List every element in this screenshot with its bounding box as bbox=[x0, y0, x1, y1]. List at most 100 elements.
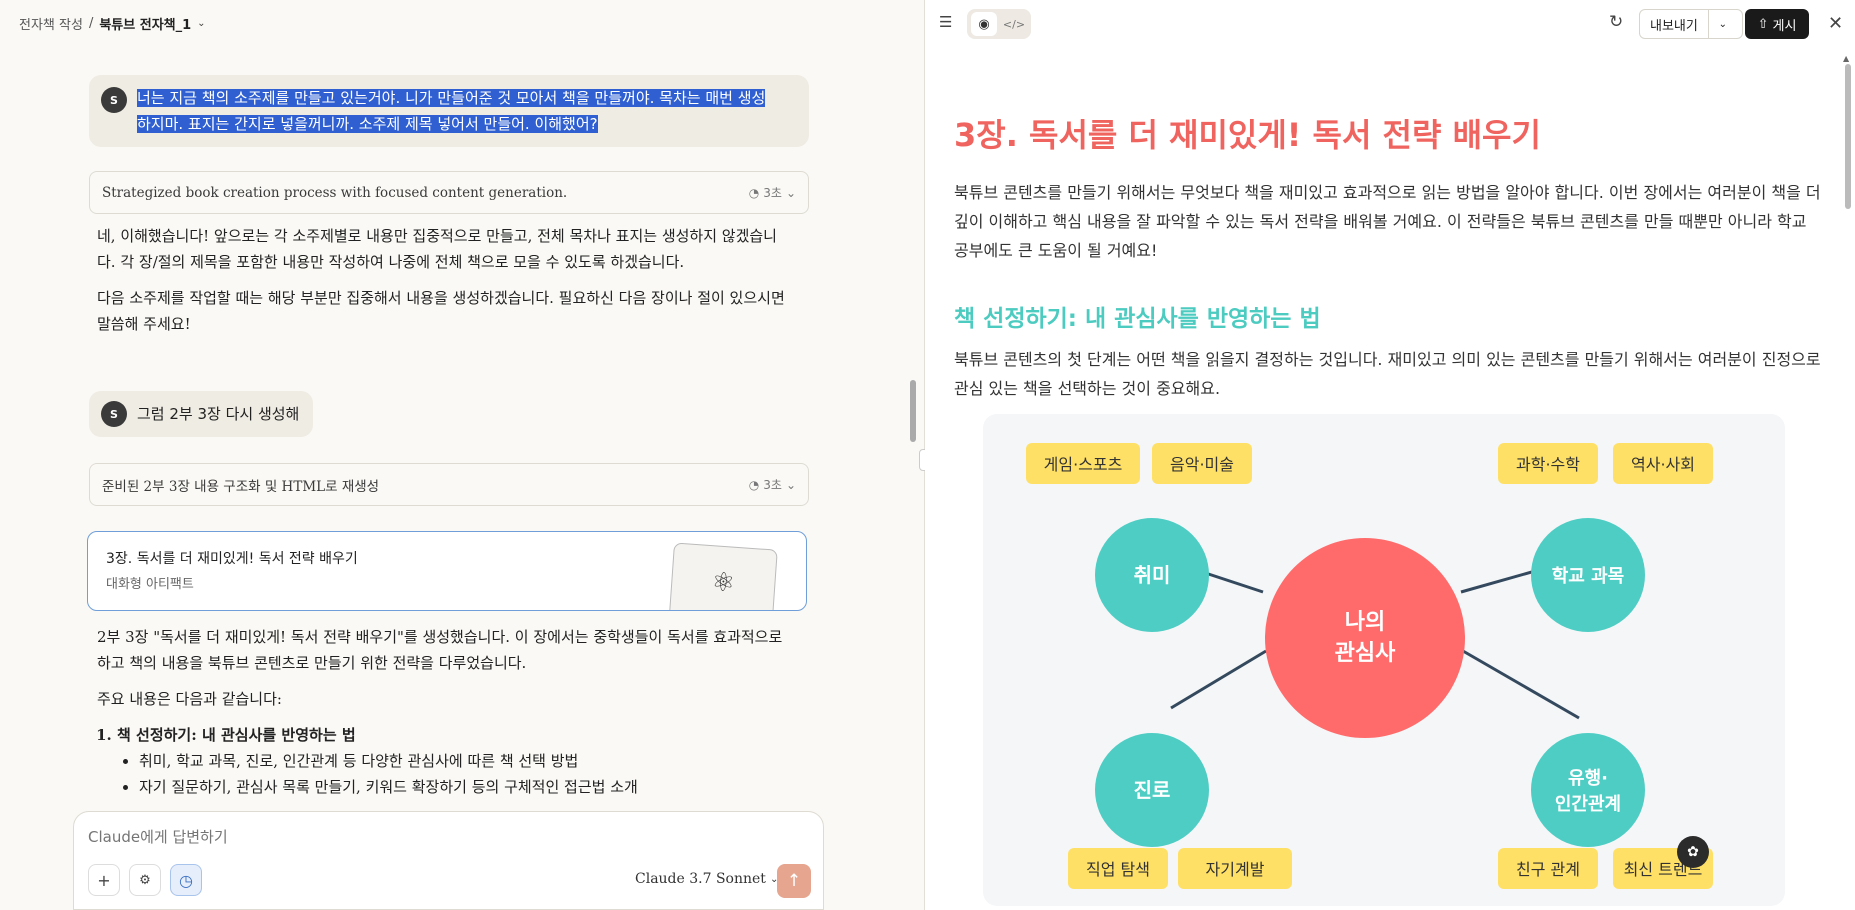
user-message-text: 그럼 2부 3장 다시 생성해 bbox=[137, 405, 300, 423]
artifact-title: 3장. 독서를 더 재미있게! 독서 전략 배우기 bbox=[106, 551, 358, 567]
list-subitem: 취미, 학교 과목, 진로, 인간관계 등 다양한 관심사에 따른 책 선택 방… bbox=[139, 748, 787, 774]
node-label: 학교 과목 bbox=[1552, 565, 1625, 587]
thinking-label: 준비된 2부 3장 내용 구조화 및 HTML로 재생성 bbox=[102, 478, 380, 495]
list-item: 책 선정하기: 내 관심사를 반영하는 법 취미, 학교 과목, 진로, 인간관… bbox=[117, 722, 787, 800]
node-label: 인간관계 bbox=[1555, 794, 1621, 815]
add-attachment-button[interactable]: + bbox=[88, 864, 120, 896]
user-message-text: 너는 지금 책의 소주제를 만들고 있는거야. 니가 만들어준 것 모아서 책을… bbox=[137, 85, 766, 137]
artifact-scrollbar[interactable] bbox=[1845, 64, 1851, 209]
chat-scrollbar[interactable] bbox=[910, 380, 916, 442]
node-label: 유행· bbox=[1568, 768, 1608, 789]
breadcrumb-current[interactable]: 북튜브 전자책_1 bbox=[99, 14, 191, 33]
node-trend: 유행· 인간관계 bbox=[1531, 733, 1645, 847]
reply-paragraph: 2부 3장 "독서를 더 재미있게! 독서 전략 배우기"를 생성했습니다. 이… bbox=[97, 628, 783, 672]
tag-label: 친구 관계 bbox=[1516, 860, 1580, 879]
arrow-up-icon: ↑ bbox=[786, 871, 802, 891]
tag-job: 직업 탐색 bbox=[1068, 848, 1168, 889]
assistant-badge-icon[interactable]: ✿ bbox=[1677, 836, 1709, 868]
publish-label: 게시 bbox=[1772, 18, 1797, 34]
artifact-type: 대화형 아티팩트 bbox=[106, 577, 194, 592]
preview-tab[interactable]: ◉ bbox=[971, 12, 997, 36]
close-icon[interactable]: ✕ bbox=[1828, 13, 1843, 34]
send-button[interactable]: ↑ bbox=[777, 864, 811, 898]
thinking-label: Strategized book creation process with f… bbox=[102, 184, 568, 201]
list-item-title: 책 선정하기: 내 관심사를 반영하는 법 bbox=[117, 726, 356, 744]
model-selector[interactable]: Claude 3.7 Sonnet ⌄ bbox=[635, 871, 778, 887]
breadcrumb-parent[interactable]: 전자책 작성 bbox=[19, 14, 83, 33]
reply-paragraph: 다음 소주제를 작업할 때는 해당 부분만 집중해서 내용을 생성하겠습니다. … bbox=[97, 289, 785, 333]
mindmap-svg: 게임·스포츠 음악·미술 과학·수학 역사·사회 직업 탐색 자기계발 친구 관… bbox=[1026, 443, 1713, 889]
view-toggle: ◉ </> bbox=[967, 9, 1031, 39]
connector-line bbox=[1462, 649, 1580, 720]
reply-input[interactable] bbox=[88, 828, 688, 846]
extended-thinking-button[interactable]: ◷ bbox=[170, 864, 202, 896]
export-button[interactable]: 내보내기 ⌄ bbox=[1639, 9, 1743, 39]
breadcrumb: 전자책 작성 / 북튜브 전자책_1 ⌄ bbox=[19, 14, 206, 33]
thinking-meta: ◔ 3초 ⌄ bbox=[749, 476, 796, 493]
assistant-reply: 2부 3장 "독서를 더 재미있게! 독서 전략 배우기"를 생성했습니다. 이… bbox=[97, 624, 787, 800]
tools-button[interactable]: ⚙ bbox=[129, 864, 161, 896]
refresh-icon[interactable]: ↻ bbox=[1609, 12, 1623, 32]
code-icon: </> bbox=[1002, 17, 1026, 31]
tag-label: 과학·수학 bbox=[1516, 455, 1580, 474]
center-label: 관심사 bbox=[1335, 641, 1396, 666]
tag-friend: 친구 관계 bbox=[1498, 848, 1598, 889]
node-career: 진로 bbox=[1095, 733, 1209, 847]
tag-label: 음악·미술 bbox=[1170, 455, 1234, 474]
export-label: 내보내기 bbox=[1640, 10, 1709, 38]
connector-line bbox=[1170, 649, 1267, 710]
eye-icon: ◉ bbox=[978, 16, 990, 32]
node-label: 취미 bbox=[1134, 563, 1171, 587]
node-label: 진로 bbox=[1134, 778, 1171, 802]
interest-mindmap: 게임·스포츠 음악·미술 과학·수학 역사·사회 직업 탐색 자기계발 친구 관… bbox=[983, 414, 1785, 906]
thinking-summary[interactable]: Strategized book creation process with f… bbox=[89, 171, 809, 214]
avatar: S bbox=[101, 87, 127, 113]
tag-science: 과학·수학 bbox=[1498, 443, 1598, 484]
tag-self: 자기계발 bbox=[1178, 848, 1292, 889]
composer: + ⚙ ◷ Claude 3.7 Sonnet ⌄ ↑ bbox=[73, 811, 824, 910]
model-name: Claude 3.7 Sonnet bbox=[635, 871, 766, 887]
tag-game: 게임·스포츠 bbox=[1026, 443, 1140, 484]
breadcrumb-separator: / bbox=[88, 16, 94, 31]
sliders-icon: ⚙ bbox=[139, 872, 151, 888]
assistant-reply: 네, 이해했습니다! 앞으로는 각 소주제별로 내용만 집중적으로 만들고, 전… bbox=[97, 223, 787, 347]
thinking-summary[interactable]: 준비된 2부 3장 내용 구조화 및 HTML로 재생성 ◔ 3초 ⌄ bbox=[89, 463, 809, 506]
artifact-card[interactable]: 3장. 독서를 더 재미있게! 독서 전략 배우기 대화형 아티팩트 ⚛ bbox=[87, 531, 807, 611]
thinking-duration: 3초 bbox=[763, 478, 782, 492]
code-tab[interactable]: </> bbox=[1001, 12, 1027, 36]
chevron-down-icon: ⌄ bbox=[785, 185, 796, 200]
section-paragraph: 북튜브 콘텐츠의 첫 단계는 어떤 책을 읽을지 결정하는 것입니다. 재미있고… bbox=[954, 350, 1821, 398]
clock-icon: ◷ bbox=[179, 870, 193, 890]
chapter-title: 3장. 독서를 더 재미있게! 독서 전략 배우기 bbox=[954, 116, 1541, 154]
publish-button[interactable]: ⇧ 게시 bbox=[1745, 9, 1809, 39]
intro-paragraph: 북튜브 콘텐츠를 만들기 위해서는 무엇보다 책을 재미있고 효과적으로 읽는 … bbox=[954, 183, 1821, 260]
atom-icon: ⚛ bbox=[710, 567, 737, 599]
plus-icon: + bbox=[97, 870, 111, 890]
list-icon[interactable]: ☰ bbox=[939, 13, 952, 31]
user-message-line: 너는 지금 책의 소주제를 만들고 있는거야. 니가 만들어준 것 모아서 책을… bbox=[137, 89, 766, 107]
node-school: 학교 과목 bbox=[1531, 518, 1645, 632]
tag-label: 역사·사회 bbox=[1631, 455, 1695, 474]
clock-icon: ◔ bbox=[748, 477, 760, 492]
chevron-down-icon[interactable]: ⌄ bbox=[197, 18, 205, 29]
list-subitem: 자기 질문하기, 관심사 목록 만들기, 키워드 확장하기 등의 구체적인 접근… bbox=[139, 774, 787, 800]
artifact-toolbar: ☰ ◉ </> ↻ 내보내기 ⌄ ⇧ 게시 ✕ bbox=[925, 0, 1855, 48]
avatar: S bbox=[101, 401, 127, 427]
center-label: 나의 bbox=[1345, 610, 1385, 635]
reply-list: 책 선정하기: 내 관심사를 반영하는 법 취미, 학교 과목, 진로, 인간관… bbox=[97, 722, 787, 800]
user-message: S 너는 지금 책의 소주제를 만들고 있는거야. 니가 만들어준 것 모아서 … bbox=[89, 75, 809, 147]
center-node: 나의 관심사 bbox=[1265, 538, 1465, 738]
tag-label: 자기계발 bbox=[1206, 860, 1265, 879]
user-message: S 그럼 2부 3장 다시 생성해 bbox=[89, 391, 314, 437]
user-message-line: 하지마. 표지는 간지로 넣을꺼니까. 소주제 제목 넣어서 만들어. 이해했어… bbox=[137, 115, 598, 133]
scroll-up-icon[interactable]: ▲ bbox=[1843, 54, 1849, 63]
tag-history: 역사·사회 bbox=[1613, 443, 1713, 484]
tag-label: 게임·스포츠 bbox=[1044, 455, 1123, 474]
chevron-down-icon[interactable]: ⌄ bbox=[1709, 19, 1737, 30]
artifact-thumbnail: ⚛ bbox=[668, 542, 778, 610]
artifact-pane: ☰ ◉ </> ↻ 내보내기 ⌄ ⇧ 게시 ✕ 3장. 독서를 더 재미있게! … bbox=[925, 0, 1855, 910]
chat-pane: 전자책 작성 / 북튜브 전자책_1 ⌄ S 너는 지금 책의 소주제를 만들고… bbox=[0, 0, 924, 910]
share-icon: ⇧ bbox=[1757, 16, 1769, 32]
section-title: 책 선정하기: 내 관심사를 반영하는 법 bbox=[954, 306, 1321, 332]
reply-paragraph: 네, 이해했습니다! 앞으로는 각 소주제별로 내용만 집중적으로 만들고, 전… bbox=[97, 227, 777, 271]
